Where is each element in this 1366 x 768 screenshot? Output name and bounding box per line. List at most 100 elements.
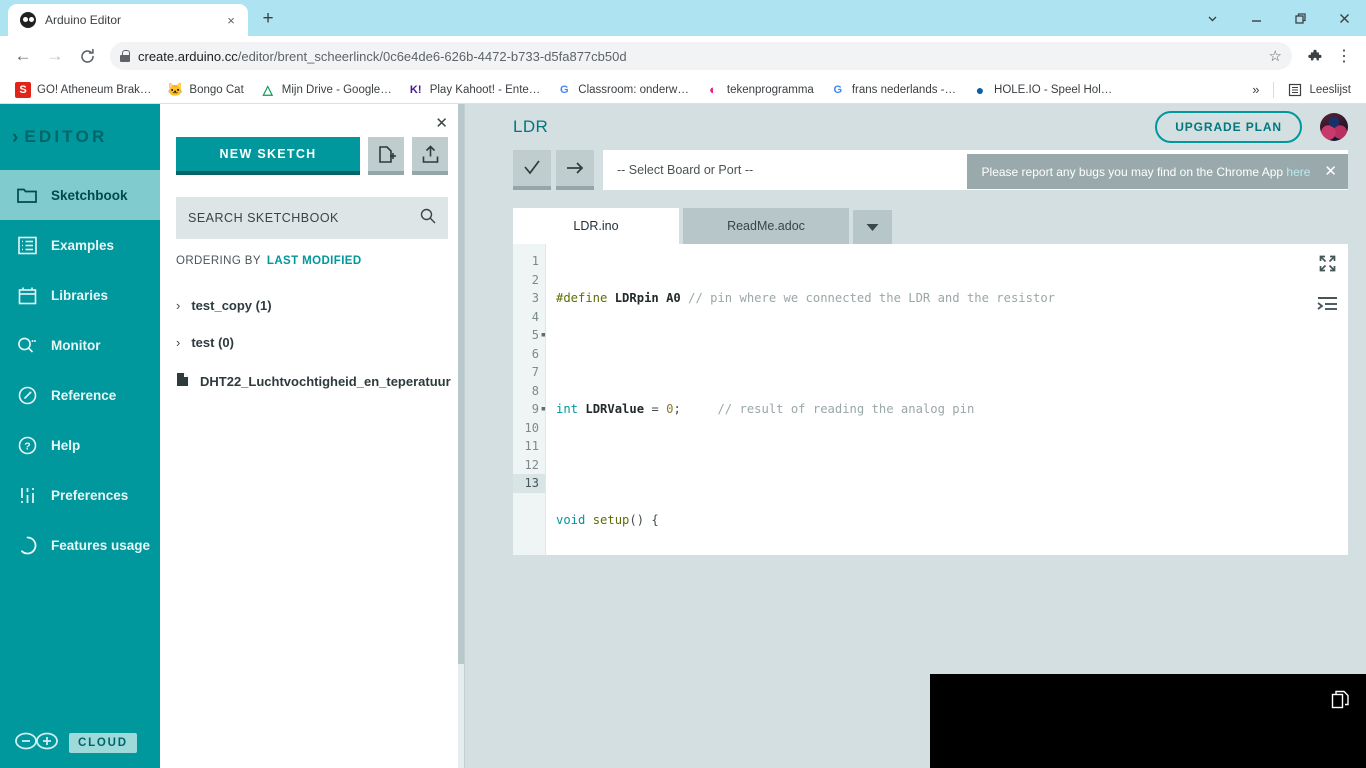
reading-list-button[interactable]: Leeslijst [1280, 79, 1358, 101]
upload-button[interactable] [556, 150, 594, 190]
code-content[interactable]: #define LDRpin A0 // pin where we connec… [546, 244, 1348, 555]
upgrade-plan-button[interactable]: UPGRADE PLAN [1155, 111, 1302, 143]
sidebar-item-help[interactable]: ? Help [0, 420, 160, 470]
lock-icon [120, 50, 130, 62]
bookmark-favicon: G [833, 83, 843, 96]
panel-scrollbar-thumb[interactable] [458, 104, 464, 664]
new-tab-button[interactable]: + [254, 5, 282, 33]
bookmark-item[interactable]: △ Mijn Drive - Google… [253, 79, 399, 101]
line-number: 12 [524, 457, 539, 472]
tab-ldr-ino[interactable]: LDR.ino [513, 208, 679, 244]
close-icon[interactable]: × [222, 11, 240, 29]
line-number: 10 [524, 420, 539, 435]
upload-icon[interactable] [412, 137, 448, 175]
chevron-down-icon[interactable] [1190, 0, 1234, 36]
bookmark-label: tekenprogramma [726, 83, 814, 96]
bookmark-favicon: 🐱 [167, 81, 184, 97]
list-icon [1287, 82, 1303, 98]
list-item[interactable]: › test (0) [160, 324, 464, 361]
bookmarks-overflow-icon[interactable]: » [1244, 82, 1267, 97]
bookmark-item[interactable]: ● HOLE.IO - Speel Hol… [965, 79, 1119, 101]
bookmark-favicon: ◐ [708, 82, 717, 97]
bookmark-label: frans nederlands -… [851, 83, 957, 96]
search-input[interactable] [188, 211, 420, 225]
notification-message: Please report any bugs you may find on t… [981, 164, 1284, 179]
sidebar-item-reference[interactable]: Reference [0, 370, 160, 420]
bookmark-star-icon[interactable]: ☆ [1269, 47, 1282, 65]
serial-console[interactable] [930, 674, 1366, 768]
forward-icon[interactable]: → [40, 41, 70, 71]
new-sketch-button[interactable]: NEW SKETCH [176, 137, 360, 175]
bookmark-favicon: G [560, 83, 569, 96]
bookmark-item[interactable]: G Classroom: onderw… [549, 79, 696, 101]
bookmark-item[interactable]: K! Play Kahoot! - Ente… [401, 79, 548, 101]
sidebar-item-monitor[interactable]: Monitor [0, 320, 160, 370]
notification-close-icon[interactable]: ✕ [1324, 164, 1337, 179]
editor-tools [1317, 254, 1338, 318]
panel-scrollbar[interactable] [458, 104, 464, 768]
chevron-right-icon[interactable]: › [176, 298, 180, 313]
avatar[interactable] [1320, 113, 1348, 141]
bookmark-item[interactable]: S GO! Atheneum Brak… [8, 79, 158, 101]
bookmark-item[interactable]: G frans nederlands -… [823, 79, 963, 101]
search-icon[interactable] [420, 208, 436, 229]
sidebar-item-label: Libraries [51, 287, 109, 303]
sidebar-item-examples[interactable]: Examples [0, 220, 160, 270]
line-number: 8 [531, 383, 539, 398]
expand-icon[interactable] [1318, 254, 1337, 278]
sidebar-item-label: Features usage [51, 537, 151, 553]
minimize-icon[interactable] [1234, 0, 1278, 36]
bookmark-item[interactable]: ◐ tekenprogramma [698, 79, 821, 101]
verify-button[interactable] [513, 150, 551, 190]
file-icon [176, 372, 189, 390]
search-sketchbook[interactable] [176, 197, 448, 239]
reload-icon[interactable] [72, 41, 102, 71]
sidebar-item-features-usage[interactable]: Features usage [0, 520, 160, 570]
browser-tab[interactable]: Arduino Editor × [8, 4, 248, 36]
bookmark-label: Mijn Drive - Google… [281, 83, 392, 96]
panel-actions: NEW SKETCH [160, 131, 464, 175]
code-line: int LDRValue = 0; // result of reading t… [556, 402, 975, 416]
sliders-icon [16, 484, 38, 506]
bookmark-item[interactable]: 🐱 Bongo Cat [160, 79, 250, 101]
cloud-badge[interactable]: CLOUD [69, 733, 137, 753]
maximize-icon[interactable] [1278, 0, 1322, 36]
browser-menu-icon[interactable]: ⋮ [1330, 42, 1358, 70]
sidebar-item-sketchbook[interactable]: Sketchbook [0, 170, 160, 220]
editor-main: LDR UPGRADE PLAN -- Select Board or Port… [465, 104, 1366, 768]
tab-readme-adoc[interactable]: ReadMe.adoc [683, 208, 849, 244]
line-number: 6 [531, 346, 539, 361]
address-bar[interactable]: create.arduino.cc/editor/brent_scheerlin… [110, 42, 1292, 70]
sidebar-item-label: Monitor [51, 337, 101, 353]
fold-marker[interactable]: ▪ [541, 326, 546, 345]
chevron-right-icon[interactable]: › [176, 335, 180, 350]
bookmark-favicon: K! [409, 83, 422, 96]
tabs-dropdown-icon[interactable] [853, 210, 892, 244]
new-folder-icon[interactable] [368, 137, 404, 175]
list-item[interactable]: › test_copy (1) [160, 287, 464, 324]
sidebar-item-label: Preferences [51, 487, 129, 503]
list-item-label: test_copy (1) [191, 298, 272, 313]
fold-marker[interactable]: ▪ [541, 400, 546, 419]
notification-link[interactable]: here [1286, 165, 1310, 179]
sidebar-item-libraries[interactable]: Libraries [0, 270, 160, 320]
chevron-right-icon: › [12, 126, 19, 148]
list-item[interactable]: DHT22_Luchtvochtigheid_en_teperatuur [160, 361, 464, 401]
ordering-value[interactable]: LAST MODIFIED [267, 255, 362, 267]
code-line: void setup() { [556, 513, 659, 527]
code-editor[interactable]: 1 2 3 4 5 ▪ 6 7 8 9 ▪ 10 11 12 13 #define … [513, 244, 1348, 555]
bookmark-favicon: S [15, 81, 31, 98]
extensions-icon[interactable] [1300, 42, 1328, 70]
panel-close-icon[interactable]: ✕ [435, 116, 448, 131]
bookmark-favicon: ● [975, 81, 985, 98]
copy-icon[interactable] [1331, 690, 1350, 714]
sidebar-item-label: Help [51, 437, 81, 453]
indent-icon[interactable] [1317, 296, 1338, 318]
window-close-icon[interactable] [1322, 0, 1366, 36]
folder-icon [16, 184, 38, 206]
bookmark-label: Bongo Cat [189, 83, 244, 96]
back-icon[interactable]: ← [8, 41, 38, 71]
app-sidebar: › EDITOR Sketchbook Examples Libraries M… [0, 104, 160, 768]
sidebar-item-preferences[interactable]: Preferences [0, 470, 160, 520]
